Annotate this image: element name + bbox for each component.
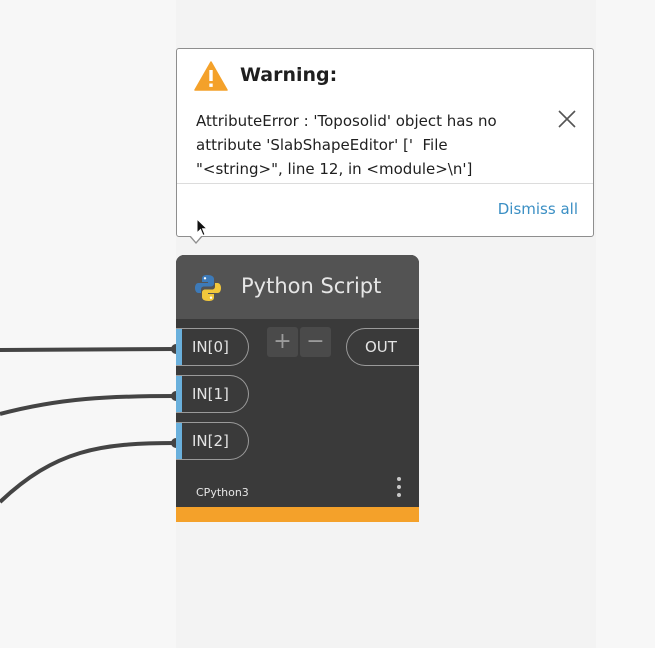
output-port[interactable]: OUT (346, 328, 419, 366)
wire-in-1 (0, 394, 177, 416)
port-indicator (176, 329, 182, 365)
wire-in-2 (0, 441, 177, 504)
input-port-0[interactable]: IN[0] (176, 328, 249, 366)
input-port-2[interactable]: IN[2] (176, 422, 249, 460)
warning-divider (177, 183, 593, 184)
warning-status-bar (176, 507, 419, 522)
python-engine-label: CPython3 (196, 486, 249, 499)
input-port-label: IN[2] (192, 432, 229, 450)
input-port-label: IN[1] (192, 385, 229, 403)
remove-input-button[interactable]: − (300, 327, 331, 357)
warning-triangle-icon (194, 61, 228, 91)
python-script-node[interactable]: Python Script IN[0] IN[1] IN[2] + − OUT … (176, 255, 419, 522)
node-header[interactable]: Python Script (176, 255, 419, 319)
warning-message: AttributeError : 'Toposolid' object has … (196, 112, 497, 178)
mouse-cursor-icon (196, 218, 208, 237)
wire-in-0 (0, 347, 177, 352)
kebab-menu-icon[interactable] (394, 476, 404, 498)
input-port-label: IN[0] (192, 338, 229, 356)
python-logo-icon (195, 275, 221, 301)
node-title: Python Script (241, 274, 382, 298)
input-port-1[interactable]: IN[1] (176, 375, 249, 413)
output-port-label: OUT (365, 338, 397, 356)
warning-title: Warning: (240, 64, 338, 86)
close-icon[interactable] (557, 109, 577, 129)
add-input-button[interactable]: + (267, 327, 298, 357)
port-indicator (176, 423, 182, 459)
dismiss-all-link[interactable]: Dismiss all (498, 200, 578, 218)
port-indicator (176, 376, 182, 412)
warning-popup: Warning: AttributeError : 'Toposolid' ob… (176, 48, 594, 237)
